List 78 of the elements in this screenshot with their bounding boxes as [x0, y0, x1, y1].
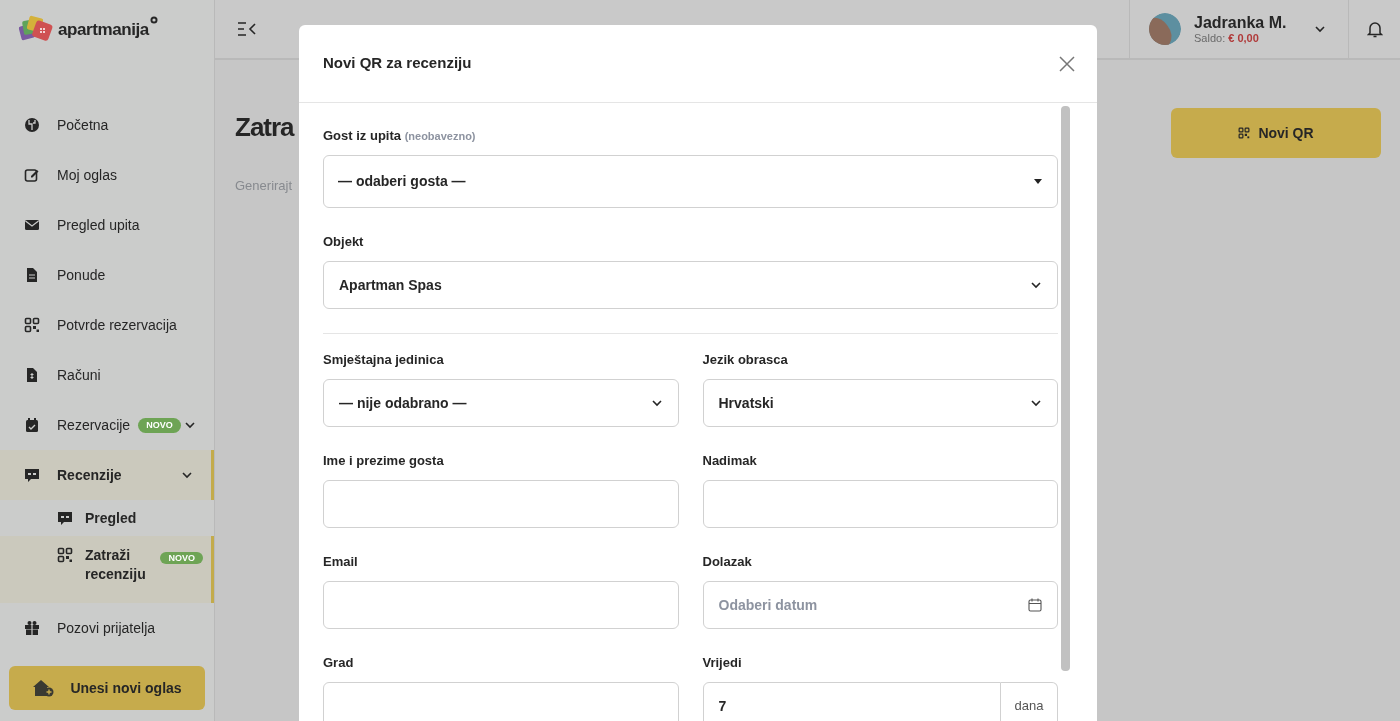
avatar[interactable] [1149, 13, 1181, 45]
sidebar-label: Pozovi prijatelja [57, 619, 156, 638]
sidebar-label: Potvrde rezervacija [57, 316, 177, 335]
new-badge: NOVO [138, 417, 181, 433]
sidebar-label: Računi [57, 366, 101, 385]
add-listing-button[interactable]: Unesi novi oglas [9, 666, 205, 710]
sidebar-label: Pregled [85, 508, 138, 528]
mail-icon [24, 217, 40, 233]
house-plus-icon [32, 679, 55, 697]
modal-title: Novi QR za recenziju [323, 53, 472, 74]
scrollbar[interactable] [1061, 106, 1070, 671]
chevron-down-icon [181, 469, 193, 481]
new-qr-button[interactable]: Novi QR [1171, 108, 1381, 158]
page-subtitle: Generirajt [235, 177, 294, 195]
user-menu-chevron-icon [1314, 23, 1326, 35]
sidebar-label: Ponude [57, 266, 106, 285]
chevron-down-icon [184, 419, 196, 431]
sidebar-item[interactable]: Recenzije [0, 450, 214, 500]
close-icon[interactable] [1059, 55, 1075, 72]
caret-icon [1034, 179, 1042, 184]
sidebar-subitem[interactable]: Zatraži recenziju NOVO [0, 536, 214, 603]
field-label: Ime i prezime gosta [323, 453, 445, 469]
sidebar-label: Rezervacije [57, 416, 131, 435]
sidebar-item[interactable]: Pozovi prijatelja [0, 603, 214, 653]
sidebar-item[interactable]: Potvrde rezervacija [0, 300, 214, 350]
field-label: Grad [323, 655, 355, 671]
select-field[interactable]: Apartman Spas [323, 261, 1058, 309]
logo-text: apartmanija [58, 19, 149, 42]
input-field[interactable] [323, 480, 679, 528]
document-icon [24, 267, 40, 283]
balance: Saldo: € 0,00 [1194, 32, 1260, 44]
sidebar-item[interactable]: Rezervacije NOVO [0, 400, 214, 450]
edit-icon [24, 167, 40, 183]
field-label: Email [323, 554, 359, 570]
user-name: Jadranka M. [1194, 14, 1287, 31]
globe-icon [24, 117, 40, 133]
page-title: Zatra [235, 114, 294, 140]
qr-code-icon [1238, 127, 1251, 139]
guest-select[interactable]: — odaberi gosta — [323, 155, 1058, 208]
input-field[interactable]: 7 [702, 682, 1001, 721]
invoice-icon [24, 367, 40, 383]
chevron-down-icon [1030, 279, 1042, 291]
calendar-icon [24, 417, 40, 433]
input-field[interactable] [323, 682, 679, 721]
field-label: Nadimak [702, 453, 758, 469]
gift-icon [24, 620, 40, 636]
field-label: Vrijedi [702, 655, 743, 671]
sidebar-label: Pregled upita [57, 216, 140, 235]
collapse-menu-icon[interactable] [237, 21, 257, 37]
field-label: Jezik obrasca [702, 352, 789, 368]
sidebar-subitem[interactable]: Pregled [0, 500, 214, 536]
notification-bell-icon[interactable] [1366, 20, 1383, 38]
sidebar-item[interactable]: Moj oglas [0, 150, 214, 200]
qr-code-icon [57, 547, 73, 563]
sidebar-label: Zatraži recenziju [85, 546, 147, 584]
sidebar-item[interactable]: Ponude [0, 250, 214, 300]
input-field[interactable] [702, 480, 1058, 528]
sidebar-label: Početna [57, 116, 109, 135]
speech-bubble-icon [24, 467, 40, 483]
chevron-down-icon [1030, 397, 1042, 409]
input-field[interactable] [323, 581, 679, 629]
field-label: Objekt [323, 234, 365, 250]
field-label: Dolazak [702, 554, 753, 570]
new-badge: NOVO [160, 552, 203, 564]
sidebar-label: Moj oglas [57, 166, 117, 185]
select-field[interactable]: Hrvatski [702, 379, 1058, 427]
field-label: Smještajna jedinica [323, 352, 445, 368]
sidebar-item[interactable]: Početna [0, 100, 214, 150]
field-label: Gost iz upita (neobavezno) [323, 128, 477, 144]
sidebar-item[interactable]: Računi [0, 350, 214, 400]
sidebar-item[interactable]: Pregled upita [0, 200, 214, 250]
qr-code-icon [24, 317, 40, 333]
speech-bubble-icon [57, 510, 73, 526]
sidebar-label: Recenzije [57, 466, 122, 485]
input-suffix: dana [1001, 682, 1058, 721]
select-field[interactable]: — nije odabrano — [323, 379, 679, 427]
chevron-down-icon [650, 397, 663, 409]
calendar-icon [1028, 598, 1042, 612]
